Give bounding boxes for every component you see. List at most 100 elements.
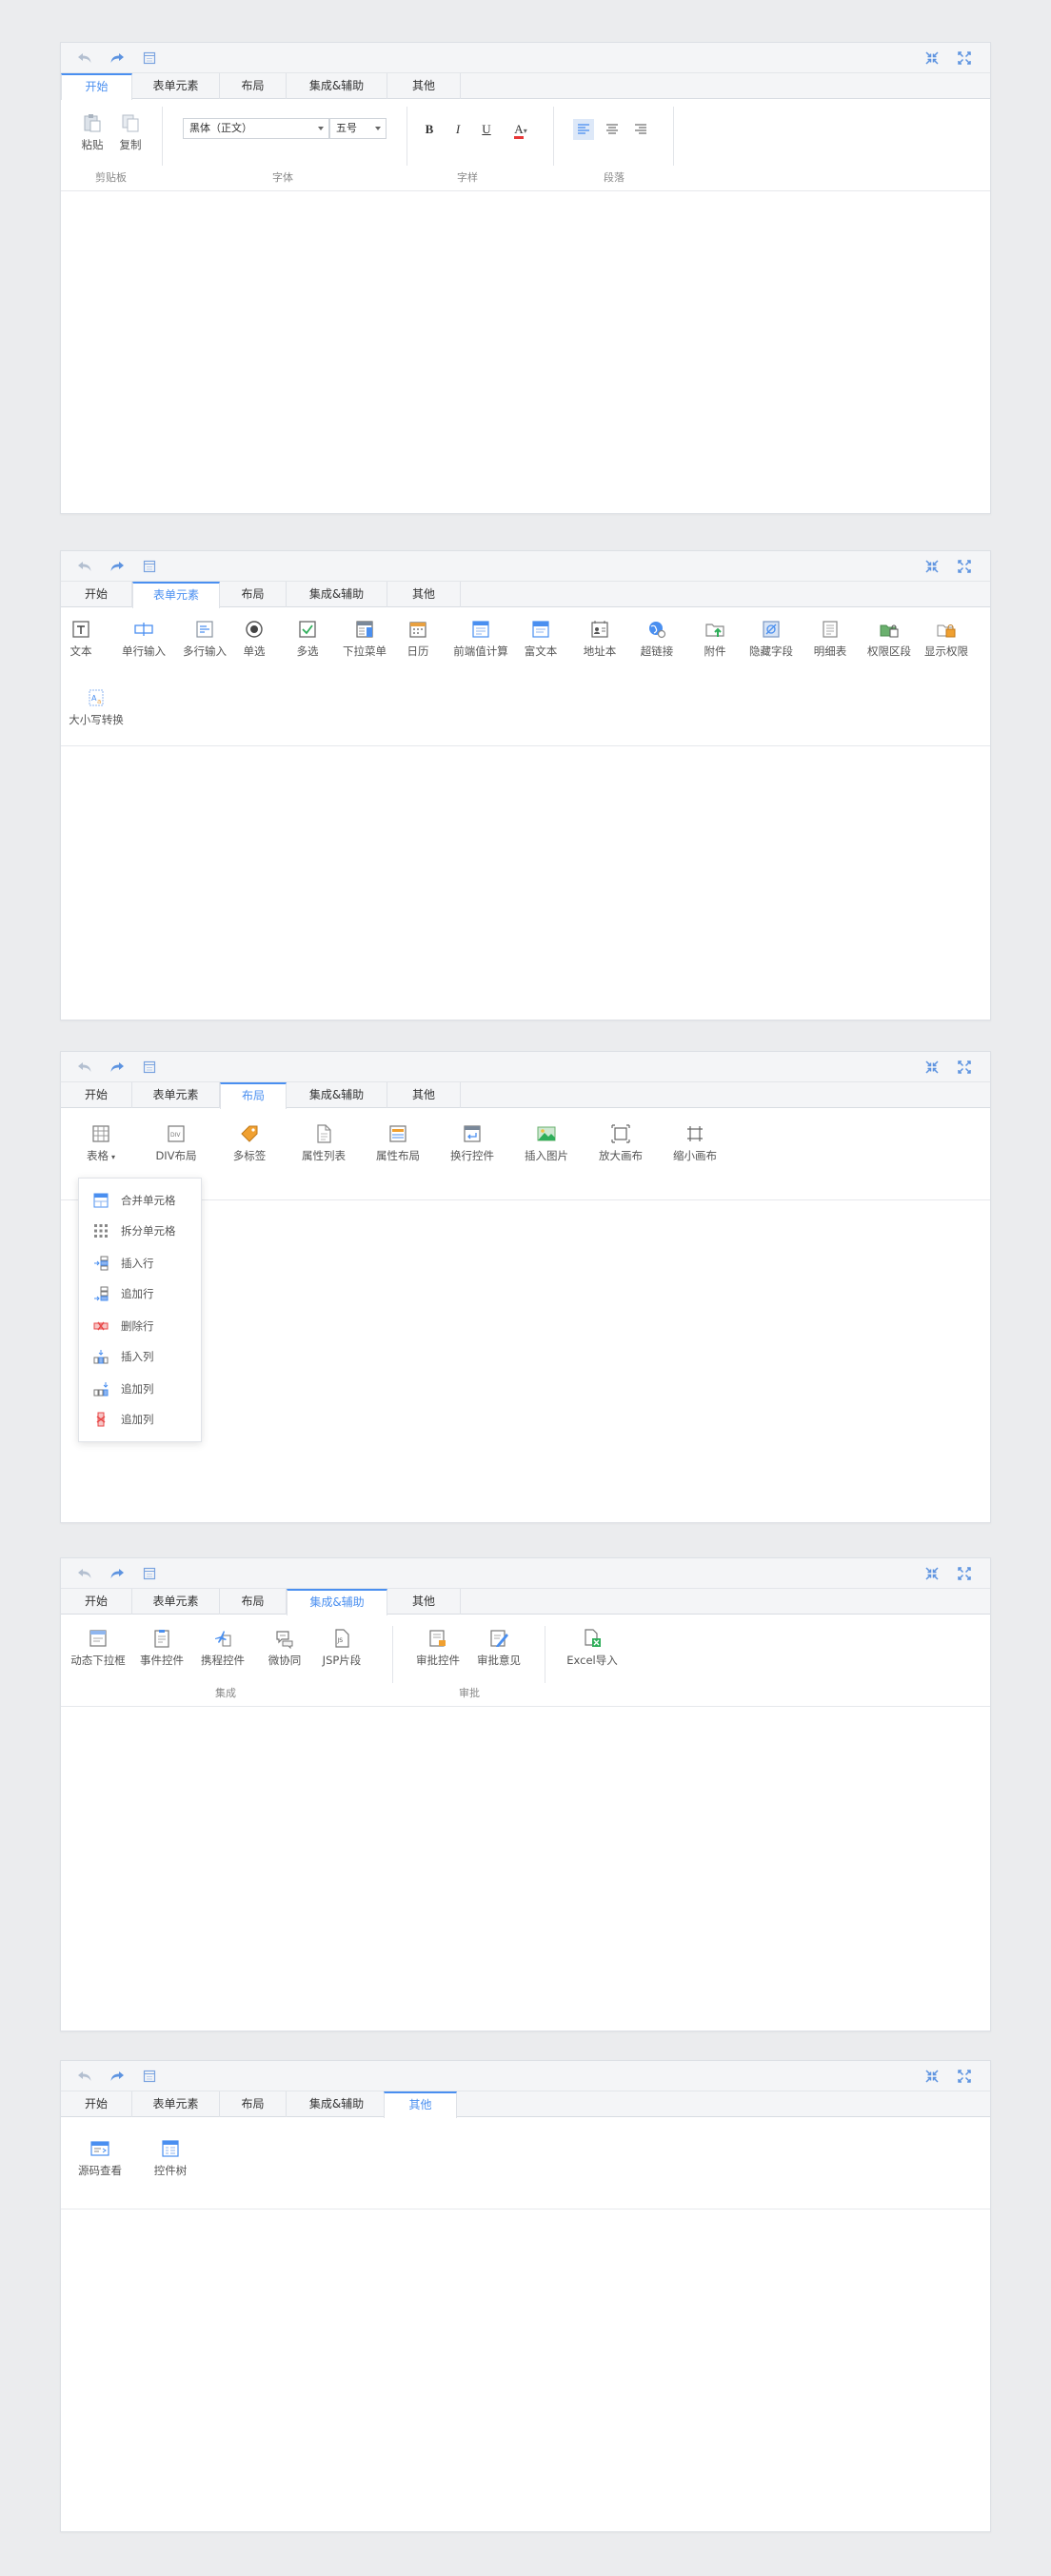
- menu-item-append-column-2[interactable]: 追加列: [79, 1405, 201, 1434]
- tab-start[interactable]: 开始: [61, 1589, 132, 1615]
- property-layout-tool[interactable]: 属性布局: [373, 1123, 423, 1163]
- menu-item-merge-cells[interactable]: 合并单元格: [79, 1186, 201, 1215]
- detail-table-tool[interactable]: 明细表: [811, 619, 849, 659]
- tab-layout[interactable]: 布局: [220, 73, 287, 99]
- ctrip-control-tool[interactable]: 携程控件: [198, 1628, 248, 1668]
- undo-icon[interactable]: [76, 558, 93, 575]
- rich-text-tool[interactable]: 富文本: [522, 619, 560, 659]
- permission-section-tool[interactable]: 权限区段: [864, 619, 914, 659]
- page-icon[interactable]: [141, 1059, 158, 1076]
- tab-form-elements[interactable]: 表单元素: [132, 2091, 220, 2117]
- approval-opinion-tool[interactable]: 审批意见: [474, 1628, 524, 1668]
- page-icon[interactable]: [141, 1565, 158, 1582]
- collapse-icon[interactable]: [923, 1059, 941, 1076]
- hidden-field-tool[interactable]: 隐藏字段: [746, 619, 796, 659]
- approval-control-tool[interactable]: 审批控件: [413, 1628, 463, 1668]
- tab-other[interactable]: 其他: [387, 1082, 461, 1108]
- shrink-canvas-tool[interactable]: 缩小画布: [670, 1123, 720, 1163]
- collapse-icon[interactable]: [923, 2068, 941, 2085]
- tab-layout[interactable]: 布局: [220, 2091, 287, 2117]
- underline-button[interactable]: U: [476, 119, 497, 140]
- page-icon[interactable]: [141, 50, 158, 67]
- attachment-tool[interactable]: 附件: [699, 619, 731, 659]
- jsp-fragment-tool[interactable]: JS JSP片段: [318, 1628, 366, 1668]
- undo-icon[interactable]: [76, 1565, 93, 1582]
- expand-icon[interactable]: [956, 1059, 973, 1076]
- table-tool[interactable]: 表格 ▾: [82, 1123, 120, 1163]
- multi-line-input-tool[interactable]: 多行输入: [181, 619, 228, 659]
- copy-button[interactable]: 复制: [116, 112, 145, 152]
- undo-icon[interactable]: [76, 1059, 93, 1076]
- insert-image-tool[interactable]: 插入图片: [522, 1123, 571, 1163]
- radio-tool[interactable]: 单选: [238, 619, 270, 659]
- view-source-tool[interactable]: 源码查看: [76, 2138, 124, 2178]
- tab-start[interactable]: 开始: [61, 582, 132, 607]
- font-family-select[interactable]: 黑体（正文）: [183, 118, 329, 139]
- text-field-tool[interactable]: 文本: [65, 619, 97, 659]
- expand-icon[interactable]: [956, 1565, 973, 1582]
- dropdown-menu-tool[interactable]: 下拉菜单: [341, 619, 388, 659]
- tab-other[interactable]: 其他: [387, 582, 461, 607]
- menu-item-insert-column[interactable]: 插入列: [79, 1342, 201, 1371]
- align-right-button[interactable]: [630, 119, 651, 140]
- bold-button[interactable]: B: [419, 119, 440, 140]
- tab-form-elements[interactable]: 表单元素: [132, 73, 220, 99]
- tab-other[interactable]: 其他: [384, 2091, 457, 2118]
- property-list-tool[interactable]: 属性列表: [299, 1123, 348, 1163]
- menu-item-insert-row[interactable]: 插入行: [79, 1249, 201, 1278]
- tab-form-elements[interactable]: 表单元素: [132, 582, 220, 608]
- menu-item-append-column[interactable]: 追加列: [79, 1375, 201, 1403]
- control-tree-tool[interactable]: 控件树: [150, 2138, 190, 2178]
- tab-integration[interactable]: 集成&辅助: [287, 582, 387, 607]
- collapse-icon[interactable]: [923, 50, 941, 67]
- font-size-select[interactable]: 五号: [329, 118, 387, 139]
- div-layout-tool[interactable]: DIV DIV布局: [154, 1123, 198, 1163]
- tab-integration[interactable]: 集成&辅助: [287, 1589, 387, 1615]
- tab-layout[interactable]: 布局: [220, 582, 287, 607]
- enlarge-canvas-tool[interactable]: 放大画布: [596, 1123, 645, 1163]
- tab-start[interactable]: 开始: [61, 1082, 132, 1108]
- checkbox-tool[interactable]: 多选: [291, 619, 324, 659]
- tab-layout[interactable]: 布局: [220, 1589, 287, 1615]
- frontend-calc-tool[interactable]: 前端值计算: [451, 619, 510, 659]
- micro-collab-tool[interactable]: 微协同: [265, 1628, 305, 1668]
- multi-tab-tool[interactable]: 多标签: [230, 1123, 268, 1163]
- redo-icon[interactable]: [109, 2068, 126, 2085]
- hyperlink-tool[interactable]: 超链接: [638, 619, 676, 659]
- tab-other[interactable]: 其他: [387, 73, 461, 99]
- display-permission-tool[interactable]: 显示权限: [922, 619, 971, 659]
- paste-button[interactable]: 粘贴: [78, 112, 107, 152]
- line-break-control-tool[interactable]: 换行控件: [447, 1123, 497, 1163]
- align-center-button[interactable]: [602, 119, 623, 140]
- event-control-tool[interactable]: 事件控件: [137, 1628, 187, 1668]
- single-line-input-tool[interactable]: 单行输入: [120, 619, 168, 659]
- font-color-button[interactable]: A▾: [507, 119, 534, 140]
- dynamic-dropdown-tool[interactable]: 动态下拉框: [69, 1628, 128, 1668]
- tab-start[interactable]: 开始: [61, 2091, 132, 2117]
- tab-integration[interactable]: 集成&辅助: [287, 1082, 387, 1108]
- address-book-tool[interactable]: 地址本: [581, 619, 619, 659]
- menu-item-append-row[interactable]: 追加行: [79, 1279, 201, 1308]
- redo-icon[interactable]: [109, 1565, 126, 1582]
- tab-other[interactable]: 其他: [387, 1589, 461, 1615]
- page-icon[interactable]: [141, 2068, 158, 2085]
- case-convert-tool[interactable]: Aa 大小写转换: [67, 687, 126, 727]
- excel-import-tool[interactable]: Excel导入: [565, 1628, 619, 1668]
- menu-item-delete-row[interactable]: 删除行: [79, 1312, 201, 1340]
- redo-icon[interactable]: [109, 558, 126, 575]
- align-left-button[interactable]: [573, 119, 594, 140]
- tab-integration[interactable]: 集成&辅助: [287, 73, 387, 99]
- undo-icon[interactable]: [76, 2068, 93, 2085]
- page-icon[interactable]: [141, 558, 158, 575]
- tab-form-elements[interactable]: 表单元素: [132, 1082, 220, 1108]
- tab-integration[interactable]: 集成&辅助: [287, 2091, 387, 2117]
- expand-icon[interactable]: [956, 50, 973, 67]
- undo-icon[interactable]: [76, 50, 93, 67]
- expand-icon[interactable]: [956, 558, 973, 575]
- menu-item-split-cells[interactable]: 拆分单元格: [79, 1217, 201, 1245]
- calendar-tool[interactable]: 日历: [402, 619, 434, 659]
- redo-icon[interactable]: [109, 1059, 126, 1076]
- tab-form-elements[interactable]: 表单元素: [132, 1589, 220, 1615]
- expand-icon[interactable]: [956, 2068, 973, 2085]
- collapse-icon[interactable]: [923, 1565, 941, 1582]
